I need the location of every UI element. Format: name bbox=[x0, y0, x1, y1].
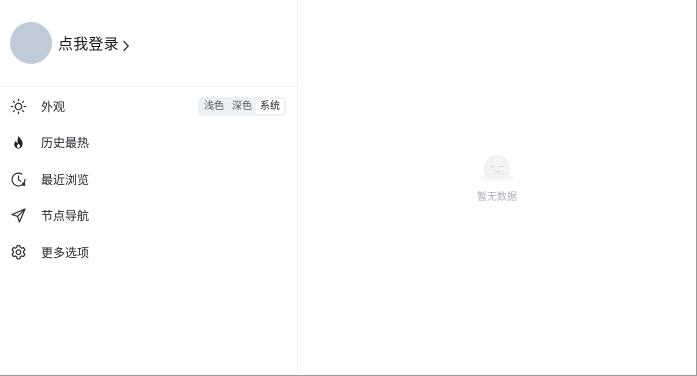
login-profile[interactable]: 点我登录 bbox=[0, 0, 297, 87]
login-label[interactable]: 点我登录 bbox=[58, 33, 119, 54]
sidebar: 点我登录 外观 浅色 深色 系统 历史最热 最近浏览 节点导航 更多选项 bbox=[0, 0, 298, 375]
navigation-arrow-icon bbox=[10, 207, 27, 224]
sidebar-item-recent[interactable]: 最近浏览 bbox=[0, 161, 297, 198]
clock-history-icon bbox=[10, 171, 27, 188]
app-window: 点我登录 外观 浅色 深色 系统 历史最热 最近浏览 节点导航 更多选项 暂无数… bbox=[0, 0, 697, 376]
sidebar-item-label: 节点导航 bbox=[41, 209, 90, 224]
flame-icon bbox=[10, 134, 27, 151]
empty-box-icon bbox=[477, 152, 517, 186]
sidebar-item-appearance: 外观 浅色 深色 系统 bbox=[0, 88, 297, 125]
sidebar-item-more-options[interactable]: 更多选项 bbox=[0, 234, 297, 271]
sidebar-menu: 外观 浅色 深色 系统 历史最热 最近浏览 节点导航 更多选项 bbox=[0, 88, 297, 271]
sidebar-item-label: 更多选项 bbox=[41, 245, 90, 260]
gear-icon bbox=[10, 244, 27, 261]
chevron-right-icon bbox=[122, 37, 130, 52]
content-area: 暂无数据 bbox=[298, 0, 696, 375]
sidebar-item-label: 历史最热 bbox=[41, 136, 90, 151]
sidebar-item-node-navigation[interactable]: 节点导航 bbox=[0, 198, 297, 235]
theme-option-system[interactable]: 系统 bbox=[256, 99, 284, 114]
empty-state: 暂无数据 bbox=[477, 152, 517, 203]
theme-option-light[interactable]: 浅色 bbox=[200, 99, 228, 114]
sidebar-item-label: 外观 bbox=[41, 99, 66, 114]
avatar[interactable] bbox=[10, 22, 52, 64]
sidebar-item-label: 最近浏览 bbox=[41, 172, 90, 187]
theme-switcher: 浅色 深色 系统 bbox=[198, 97, 286, 116]
empty-state-text: 暂无数据 bbox=[477, 192, 517, 203]
theme-option-dark[interactable]: 深色 bbox=[228, 99, 256, 114]
sun-icon bbox=[10, 98, 27, 115]
sidebar-item-hot-history[interactable]: 历史最热 bbox=[0, 125, 297, 162]
